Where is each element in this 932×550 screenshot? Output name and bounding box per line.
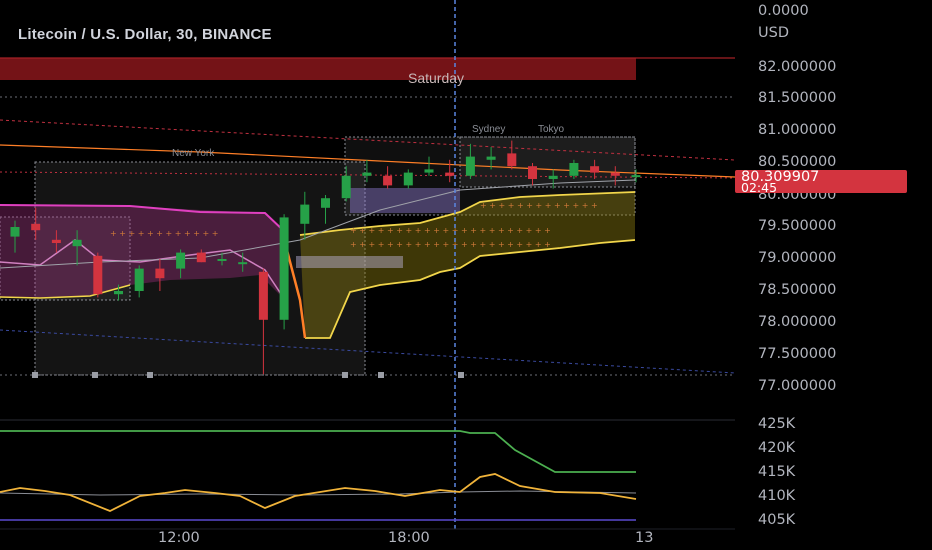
purple-zone-2 (296, 256, 403, 268)
candle-down[interactable] (155, 268, 165, 279)
session-label-sydney: Sydney (472, 124, 506, 135)
candle-down[interactable] (528, 166, 537, 179)
saturday-label: Saturday (408, 70, 465, 86)
candle-up[interactable] (114, 291, 123, 295)
candle-down[interactable] (507, 153, 517, 167)
price-tick: 78.000000 (758, 314, 837, 330)
chart-title: Litecoin / U.S. Dollar, 30, BINANCE (18, 26, 272, 43)
candle-up[interactable] (279, 217, 289, 320)
volume-tick: 420K (758, 440, 796, 456)
price-tick: 82.000000 (758, 59, 837, 75)
last-price-badge: 80.309907 02:45 (735, 169, 907, 195)
candle-up[interactable] (238, 262, 248, 265)
candle-down[interactable] (93, 255, 103, 295)
candle-down[interactable] (445, 172, 455, 176)
purple-zone-1 (350, 188, 460, 213)
time-label: 18:00 (388, 530, 430, 546)
candle-down[interactable] (590, 166, 600, 173)
candle-up[interactable] (486, 156, 496, 160)
session-box-tokyo (459, 136, 636, 188)
candle-up[interactable] (631, 175, 641, 178)
candle-up[interactable] (465, 156, 475, 176)
candle-up[interactable] (72, 239, 82, 247)
time-label: 12:00 (158, 530, 200, 546)
session-label-new-york: New York (172, 148, 215, 159)
candle-down[interactable] (31, 223, 41, 231)
time-label: 13 (635, 530, 654, 546)
price-tick: 79.500000 (758, 218, 837, 234)
candle-up[interactable] (300, 204, 310, 224)
price-tick: 80.500000 (758, 154, 837, 170)
svg-text:+ + + + + + + + + + + +: + + + + + + + + + + + + (110, 229, 218, 238)
candle-up[interactable] (548, 175, 558, 179)
candle-down[interactable] (610, 172, 620, 176)
price-tick: 78.500000 (758, 282, 837, 298)
volume-tick: 425K (758, 416, 796, 432)
candle-up[interactable] (341, 175, 351, 199)
price-tick: 77.500000 (758, 346, 837, 362)
svg-text:+ + + + + + + + + + + + + + +: + + + + + + + + + + + + + + + + + + + + … (350, 240, 551, 249)
candle-up[interactable] (362, 172, 372, 176)
candle-up[interactable] (176, 252, 186, 269)
candle-up[interactable] (424, 169, 434, 173)
osc-orange-line (0, 473, 637, 512)
candle-up[interactable] (217, 259, 227, 261)
volume-tick: 410K (758, 488, 796, 504)
price-tick: 77.000000 (758, 378, 837, 394)
saturday-banner (0, 58, 636, 80)
candle-down[interactable] (383, 175, 393, 186)
obv-green-line (0, 430, 636, 473)
svg-text:+ + + + + + + + + + + + + + +: + + + + + + + + + + + + + + + + + + + + … (350, 226, 551, 235)
session-label-tokyo: Tokyo (538, 124, 565, 135)
candle-down[interactable] (196, 252, 206, 263)
candle-down[interactable] (51, 239, 61, 243)
price-tick: 81.500000 (758, 90, 837, 106)
candle-up[interactable] (134, 268, 144, 291)
candle-up[interactable] (10, 227, 20, 237)
candle-down[interactable] (258, 271, 268, 320)
price-tick: 79.000000 (758, 250, 837, 266)
volume-tick: 415K (758, 464, 796, 480)
volume-tick: 405K (758, 512, 796, 528)
svg-text:+ + + + + + + + + + + + +: + + + + + + + + + + + + + (480, 201, 598, 210)
candle-up[interactable] (569, 163, 579, 176)
bar-countdown: 02:45 (741, 180, 778, 195)
candle-up[interactable] (403, 172, 413, 186)
candle-up[interactable] (321, 198, 330, 208)
price-axis-currency[interactable]: USD (758, 25, 789, 41)
price-tick: 81.000000 (758, 122, 837, 138)
price-axis-top: 0.0000 (758, 3, 809, 19)
